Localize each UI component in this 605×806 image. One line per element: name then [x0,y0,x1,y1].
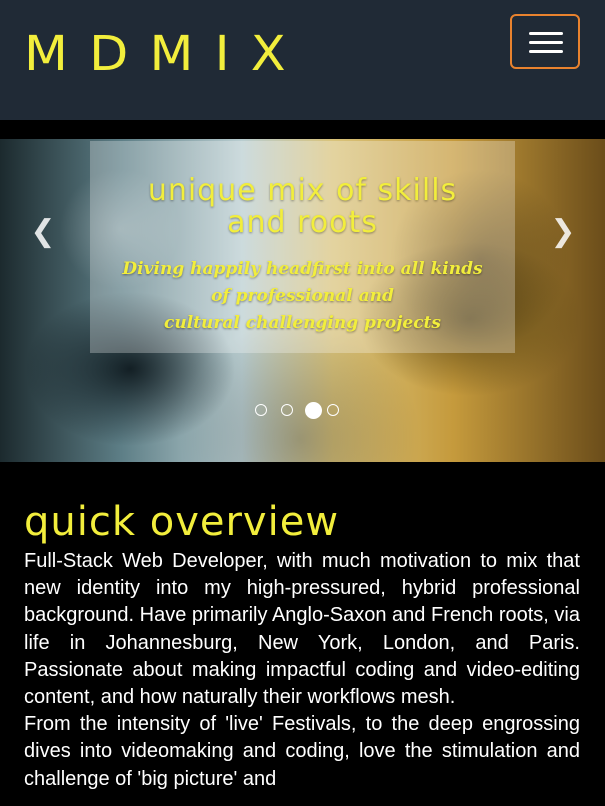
menu-toggle-button[interactable] [510,14,580,69]
carousel-indicator-dot[interactable] [327,404,339,416]
section-title: quick overview [24,499,340,545]
carousel-indicator-dot[interactable] [255,404,267,416]
navbar: MDMIX [0,0,605,120]
hamburger-icon-bar [529,41,563,44]
chevron-left-icon[interactable]: ❮ [30,217,56,247]
section-body: Full-Stack Web Developer, with much moti… [24,548,580,793]
brand-logo[interactable]: MDMIX [24,30,307,78]
overview-paragraph: From the intensity of 'live' Festivals, … [24,713,580,790]
overview-paragraph: Full-Stack Web Developer, with much moti… [24,550,580,709]
carousel-indicator-dot[interactable] [281,404,293,416]
hamburger-icon [529,32,563,35]
chevron-right-icon[interactable]: ❯ [550,217,576,247]
carousel-subtitle: Diving happily headfirst into all kinds … [122,259,483,333]
hero-carousel: unique mix of skills and roots Diving ha… [0,139,605,462]
carousel-indicator-dot[interactable] [305,402,322,419]
hamburger-icon-bar [529,50,563,53]
carousel-title: unique mix of skills and roots [147,173,458,240]
